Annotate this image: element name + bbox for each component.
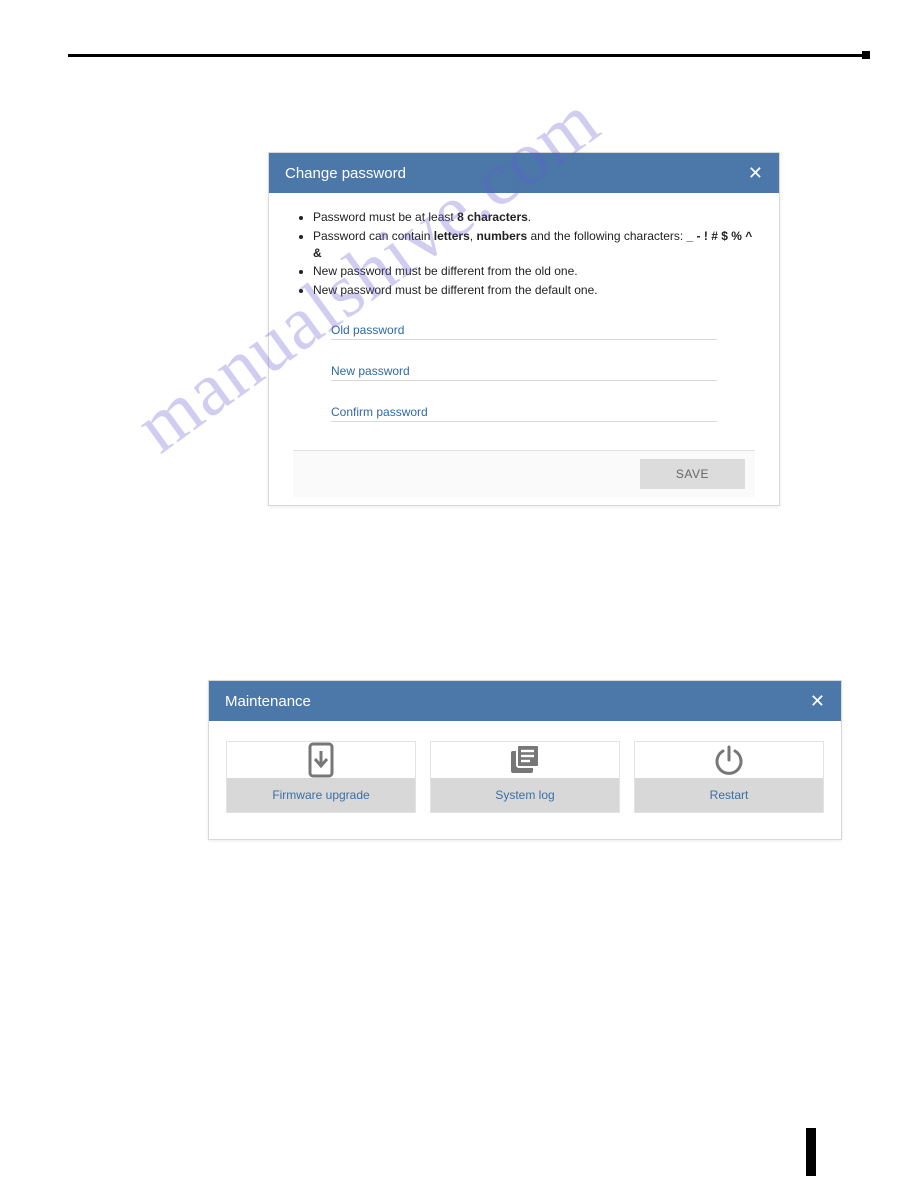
field-label: Confirm password — [331, 405, 717, 419]
save-button[interactable]: SAVE — [640, 459, 745, 489]
dialog-header: Change password ✕ — [269, 153, 779, 193]
close-icon[interactable]: ✕ — [748, 164, 763, 182]
password-rule: New password must be different from the … — [313, 263, 755, 280]
page-top-rule-end — [862, 51, 870, 59]
card-label: Restart — [635, 778, 823, 812]
maintenance-dialog: Maintenance ✕ Firmware upgrade — [208, 680, 842, 840]
password-rules-list: Password must be at least 8 characters. … — [299, 209, 755, 299]
password-rule: Password must be at least 8 characters. — [313, 209, 755, 226]
new-password-field[interactable]: New password — [331, 364, 717, 381]
power-icon — [635, 742, 823, 778]
change-password-dialog: Change password ✕ Password must be at le… — [268, 152, 780, 506]
card-firmware-upgrade[interactable]: Firmware upgrade — [226, 741, 416, 813]
dialog-title: Change password — [285, 165, 406, 182]
dialog-body: Password must be at least 8 characters. … — [269, 193, 779, 505]
card-label: Firmware upgrade — [227, 778, 415, 812]
log-icon — [431, 742, 619, 778]
page-marker — [806, 1128, 816, 1176]
card-label: System log — [431, 778, 619, 812]
download-device-icon — [227, 742, 415, 778]
close-icon[interactable]: ✕ — [810, 692, 825, 710]
dialog-title: Maintenance — [225, 693, 311, 710]
field-label: New password — [331, 364, 717, 378]
dialog-footer: SAVE — [293, 450, 755, 497]
field-label: Old password — [331, 323, 717, 337]
password-rule: Password can contain letters, numbers an… — [313, 228, 755, 262]
page-top-rule — [68, 54, 868, 57]
dialog-header: Maintenance ✕ — [209, 681, 841, 721]
confirm-password-field[interactable]: Confirm password — [331, 405, 717, 422]
card-restart[interactable]: Restart — [634, 741, 824, 813]
dialog-body: Firmware upgrade System log — [209, 721, 841, 839]
old-password-field[interactable]: Old password — [331, 323, 717, 340]
password-rule: New password must be different from the … — [313, 282, 755, 299]
card-system-log[interactable]: System log — [430, 741, 620, 813]
